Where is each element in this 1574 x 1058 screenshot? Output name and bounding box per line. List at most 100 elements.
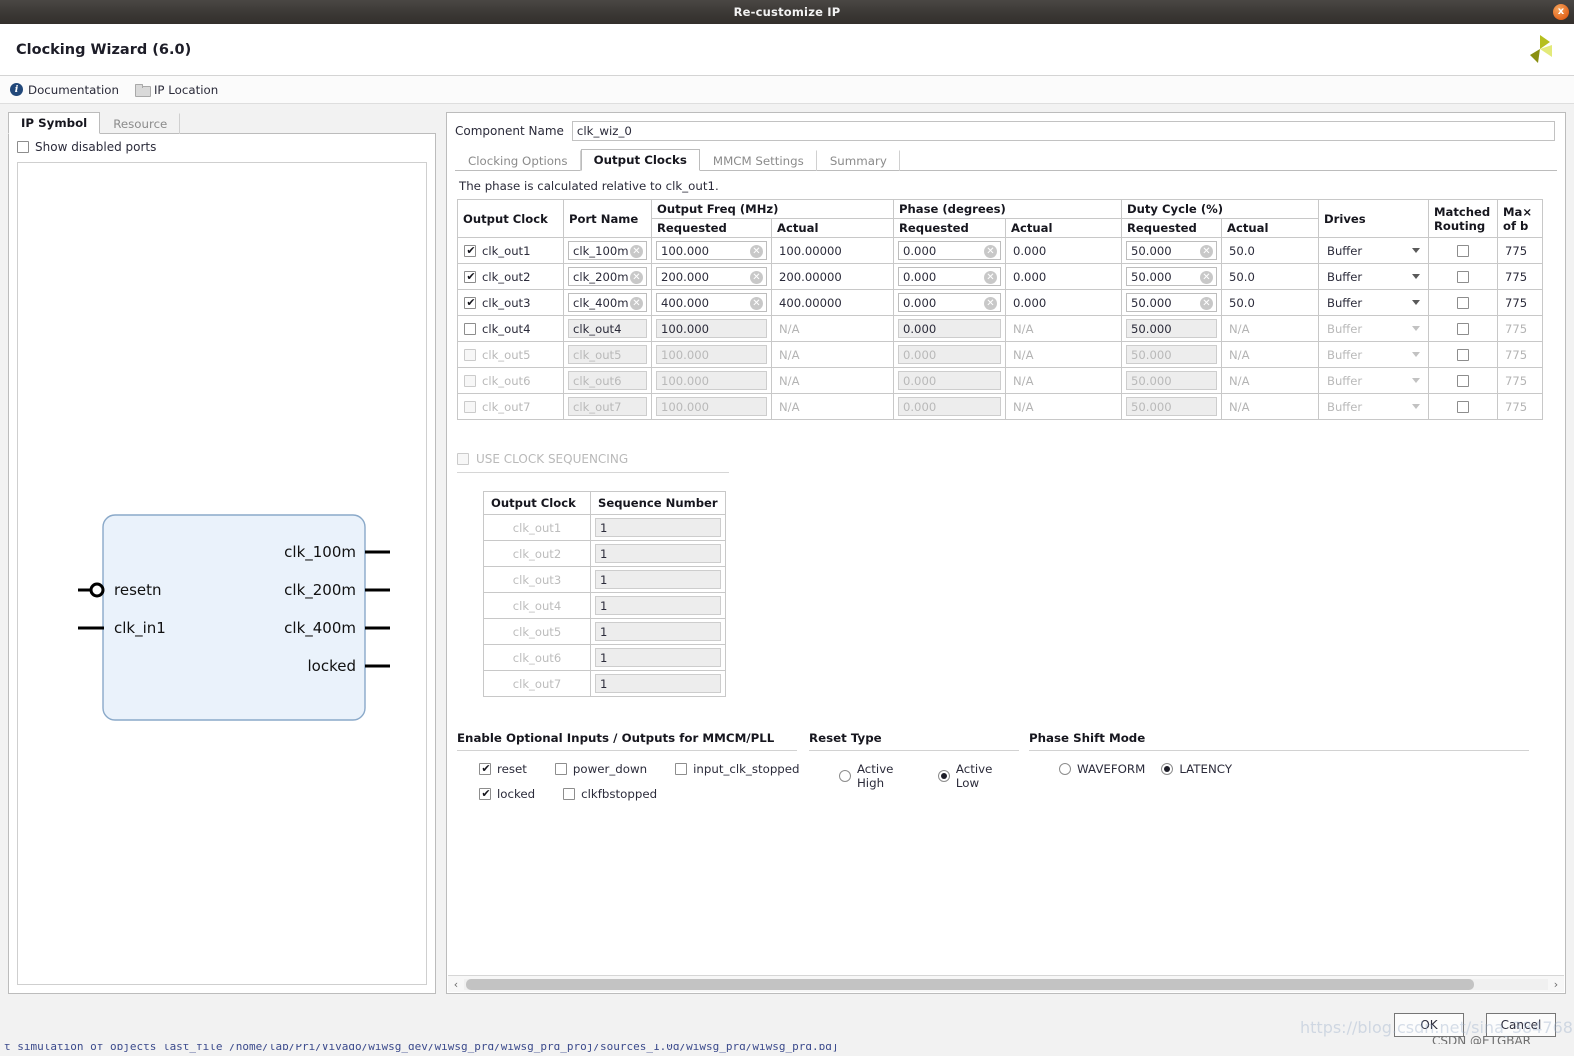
enable-checkbox-clk_out3[interactable]	[464, 296, 477, 310]
port-name-field[interactable]: clk_100m ✕	[568, 241, 647, 260]
horizontal-scrollbar[interactable]: ‹ ›	[448, 975, 1564, 992]
option-clkfbstopped[interactable]: clkfbstopped	[563, 787, 657, 801]
radio-LATENCY[interactable]	[1161, 763, 1174, 775]
phase-option-LATENCY[interactable]: LATENCY	[1161, 762, 1232, 776]
enable-checkbox-clk_out1[interactable]	[464, 244, 477, 258]
clear-icon[interactable]: ✕	[750, 297, 763, 310]
option-locked[interactable]: locked	[479, 787, 535, 801]
duty-requested-field[interactable]: 50.000 ✕	[1126, 241, 1217, 260]
matched-routing-cell[interactable]	[1429, 292, 1497, 314]
matched-routing-cell[interactable]	[1429, 344, 1497, 366]
port-name-field[interactable]: clk_200m ✕	[568, 267, 647, 286]
clear-icon[interactable]: ✕	[630, 297, 643, 310]
enable-checkbox-clk_out7[interactable]	[464, 400, 476, 413]
clear-icon[interactable]: ✕	[750, 245, 763, 258]
tab-output-clocks[interactable]: Output Clocks	[580, 149, 700, 171]
radio-WAVEFORM[interactable]	[1059, 763, 1071, 775]
checkbox-input_clk_stopped[interactable]	[675, 763, 688, 775]
freq-requested-field[interactable]: 400.000 ✕	[656, 293, 767, 312]
phase-option-WAVEFORM[interactable]: WAVEFORM	[1059, 762, 1145, 776]
enable-checkbox-clk_out6[interactable]	[464, 374, 476, 387]
reset-option-Active-Low[interactable]: Active Low	[937, 762, 1019, 790]
output-clock-toggle-clk_out5[interactable]: clk_out5	[458, 344, 563, 366]
scrollbar-thumb[interactable]	[466, 978, 1475, 990]
duty-requested-field[interactable]: 50.000 ✕	[1126, 267, 1217, 286]
matched-routing-cell[interactable]	[1429, 370, 1497, 392]
ok-button[interactable]: OK	[1394, 1013, 1464, 1037]
drives-dropdown-clk_out4[interactable]: Buffer	[1322, 319, 1425, 339]
clear-icon[interactable]: ✕	[984, 245, 997, 258]
option-power-down[interactable]: power_down	[554, 762, 647, 776]
ip-location-link[interactable]: IP Location	[134, 83, 218, 97]
drives-dropdown-clk_out3[interactable]: Buffer	[1322, 293, 1425, 313]
option-input-clk-stopped[interactable]: input_clk_stopped	[675, 762, 800, 776]
matched-routing-checkbox-clk_out6[interactable]	[1457, 375, 1469, 387]
output-clock-toggle-clk_out3[interactable]: clk_out3	[458, 292, 563, 314]
drives-dropdown-clk_out2[interactable]: Buffer	[1322, 267, 1425, 287]
sequence-number-field-clk_out6[interactable]: 1	[595, 648, 721, 667]
option-reset[interactable]: reset	[479, 762, 527, 776]
sequence-number-field-clk_out7[interactable]: 1	[595, 674, 721, 693]
tab-ip-symbol[interactable]: IP Symbol	[8, 112, 101, 134]
enable-checkbox-clk_out4[interactable]	[464, 322, 476, 335]
reset-option-Active-High[interactable]: Active High	[839, 762, 924, 790]
phase-requested-field[interactable]: 0.000 ✕	[898, 241, 1001, 260]
clear-icon[interactable]: ✕	[630, 245, 643, 258]
matched-routing-checkbox-clk_out1[interactable]	[1457, 245, 1469, 257]
tab-clocking-options[interactable]: Clocking Options	[455, 150, 581, 171]
checkbox-reset[interactable]	[479, 762, 492, 776]
tab-summary[interactable]: Summary	[817, 150, 900, 171]
drives-dropdown-clk_out5[interactable]: Buffer	[1322, 345, 1425, 365]
sequence-number-field-clk_out4[interactable]: 1	[595, 596, 721, 615]
drives-dropdown-clk_out1[interactable]: Buffer	[1322, 241, 1425, 261]
checkbox-power_down[interactable]	[554, 763, 567, 775]
close-icon[interactable]: x	[1553, 4, 1569, 20]
output-clock-toggle-clk_out6[interactable]: clk_out6	[458, 370, 563, 392]
tab-resource[interactable]: Resource	[100, 113, 181, 134]
port-name-field[interactable]: clk_400m ✕	[568, 293, 647, 312]
scroll-left-arrow-icon[interactable]: ‹	[448, 978, 464, 991]
clear-icon[interactable]: ✕	[1200, 271, 1213, 284]
sequence-number-field-clk_out1[interactable]: 1	[595, 518, 721, 537]
show-disabled-ports-row[interactable]: Show disabled ports	[9, 134, 435, 154]
duty-requested-field[interactable]: 50.000 ✕	[1126, 293, 1217, 312]
scroll-right-arrow-icon[interactable]: ›	[1548, 978, 1564, 991]
freq-requested-field[interactable]: 100.000 ✕	[656, 241, 767, 260]
show-disabled-ports-checkbox[interactable]	[17, 141, 29, 153]
matched-routing-checkbox-clk_out3[interactable]	[1457, 297, 1469, 309]
documentation-link[interactable]: i Documentation	[10, 83, 119, 97]
matched-routing-cell[interactable]	[1429, 266, 1497, 288]
tab-mmcm-settings[interactable]: MMCM Settings	[700, 150, 817, 171]
use-clock-sequencing-row[interactable]: USE CLOCK SEQUENCING	[457, 452, 1565, 466]
enable-checkbox-clk_out2[interactable]	[464, 270, 477, 284]
clear-icon[interactable]: ✕	[750, 271, 763, 284]
component-name-input[interactable]	[571, 121, 1555, 141]
enable-checkbox-clk_out5[interactable]	[464, 348, 476, 361]
drives-dropdown-clk_out6[interactable]: Buffer	[1322, 371, 1425, 391]
cancel-button[interactable]: Cancel	[1486, 1013, 1556, 1037]
sequence-number-field-clk_out5[interactable]: 1	[595, 622, 721, 641]
checkbox-clkfbstopped[interactable]	[563, 788, 576, 800]
scrollbar-track[interactable]	[464, 978, 1548, 990]
clear-icon[interactable]: ✕	[1200, 245, 1213, 258]
matched-routing-cell[interactable]	[1429, 318, 1497, 340]
clear-icon[interactable]: ✕	[984, 271, 997, 284]
output-clock-toggle-clk_out4[interactable]: clk_out4	[458, 318, 563, 340]
checkbox-locked[interactable]	[479, 787, 492, 801]
matched-routing-checkbox-clk_out7[interactable]	[1457, 401, 1469, 413]
drives-dropdown-clk_out7[interactable]: Buffer	[1322, 397, 1425, 417]
matched-routing-checkbox-clk_out5[interactable]	[1457, 349, 1469, 361]
use-clock-sequencing-checkbox[interactable]	[457, 453, 469, 465]
freq-requested-field[interactable]: 200.000 ✕	[656, 267, 767, 286]
output-clock-toggle-clk_out2[interactable]: clk_out2	[458, 266, 563, 288]
output-clock-toggle-clk_out7[interactable]: clk_out7	[458, 396, 563, 418]
clear-icon[interactable]: ✕	[984, 297, 997, 310]
clear-icon[interactable]: ✕	[630, 271, 643, 284]
phase-requested-field[interactable]: 0.000 ✕	[898, 267, 1001, 286]
matched-routing-cell[interactable]	[1429, 240, 1497, 262]
matched-routing-cell[interactable]	[1429, 396, 1497, 418]
sequence-number-field-clk_out2[interactable]: 1	[595, 544, 721, 563]
phase-requested-field[interactable]: 0.000 ✕	[898, 293, 1001, 312]
sequence-number-field-clk_out3[interactable]: 1	[595, 570, 721, 589]
output-clock-toggle-clk_out1[interactable]: clk_out1	[458, 240, 563, 262]
